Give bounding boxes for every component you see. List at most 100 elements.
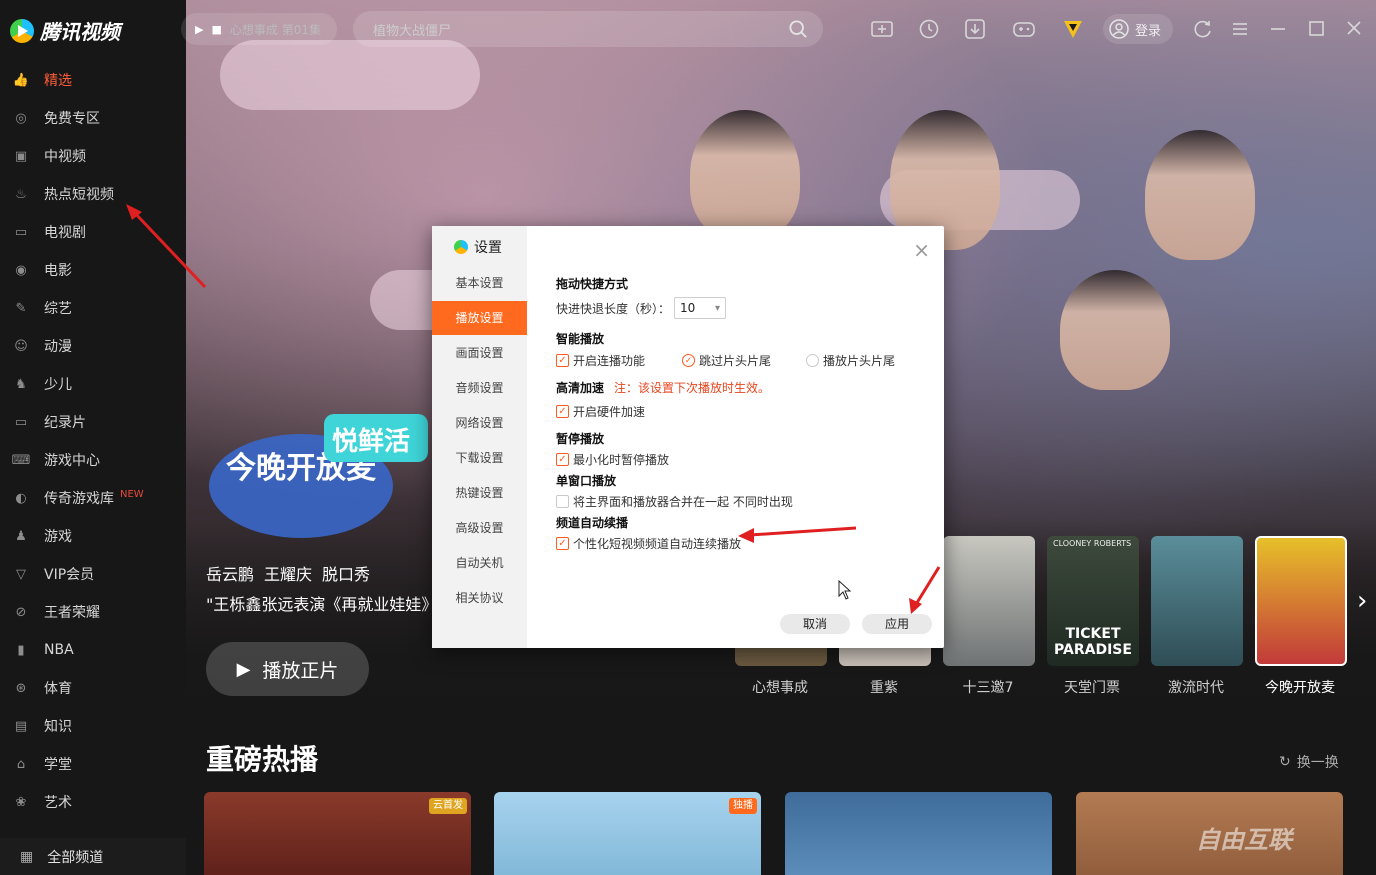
seek-length-select[interactable]: 10 ▾ [674, 297, 727, 319]
sidebar-item-game-center[interactable]: ⌨ 游戏中心 [0, 445, 186, 475]
now-playing[interactable]: ▶ ■ 心想事成 第01集 [181, 13, 337, 45]
sidebar-item-label: 动漫 [44, 339, 72, 355]
thumbnail-3[interactable] [943, 536, 1035, 666]
login-button[interactable]: 登录 [1103, 14, 1174, 44]
play-intro-option[interactable]: 播放片头片尾 [806, 352, 895, 369]
hero-tag[interactable]: 王耀庆 [264, 561, 312, 585]
auto-continue-option[interactable]: ✓ 个性化短视频频道自动连续播放 [556, 535, 741, 552]
sidebar-item-games[interactable]: ♟ 游戏 [0, 521, 186, 551]
nav-picture[interactable]: 画面设置 [432, 336, 527, 370]
mic-icon: ✎ [15, 300, 27, 316]
thumbnail-5[interactable] [1151, 536, 1243, 666]
skip-intro-radio[interactable]: ✓ [682, 354, 695, 367]
autoplay-option[interactable]: ✓ 开启连播功能 [556, 352, 645, 369]
gamepad-icon: ⌨ [11, 452, 31, 468]
sidebar-item-vip[interactable]: ▽ VIP会员 [0, 559, 186, 589]
thumbnail-4[interactable]: CLOONEY ROBERTS TICKET PARADISE [1047, 536, 1139, 666]
vip-icon[interactable] [1062, 19, 1084, 39]
hw-accel-checkbox[interactable]: ✓ [556, 405, 569, 418]
sidebar-item-label: 知识 [44, 719, 72, 735]
sidebar-item-featured[interactable]: 👍 精选 [0, 65, 186, 95]
sidebar-item-label: 游戏中心 [44, 453, 100, 469]
nav-audio[interactable]: 音频设置 [432, 371, 527, 405]
history-icon[interactable] [918, 19, 940, 39]
nav-agreements[interactable]: 相关协议 [432, 581, 527, 615]
nav-playback[interactable]: 播放设置 [432, 301, 527, 335]
thumbnail-6[interactable] [1255, 536, 1347, 666]
content-card[interactable]: 云首发 [204, 792, 471, 875]
app-logo[interactable]: 腾讯视频 [10, 16, 120, 45]
auto-continue-checkbox[interactable]: ✓ [556, 537, 569, 550]
game-icon[interactable] [1013, 19, 1035, 39]
sidebar-item-anime[interactable]: ☺ 动漫 [0, 331, 186, 361]
close-icon[interactable] [1343, 19, 1365, 39]
add-screen-icon[interactable] [871, 19, 893, 39]
play-feature-button[interactable]: ▶ 播放正片 [206, 642, 369, 696]
maximize-icon[interactable] [1305, 19, 1327, 39]
sidebar-item-school[interactable]: ⌂ 学堂 [0, 749, 186, 779]
download-icon[interactable] [964, 19, 986, 39]
refresh-icon: ↻ [1279, 754, 1291, 770]
sidebar-item-midvideo[interactable]: ▣ 中视频 [0, 141, 186, 171]
refresh-button[interactable]: ↻ 换一换 [1279, 752, 1339, 772]
dialog-title-text: 设置 [474, 240, 502, 256]
cancel-button[interactable]: 取消 [780, 614, 850, 634]
pause-minimize-option[interactable]: ✓ 最小化时暂停播放 [556, 451, 669, 468]
search-icon[interactable] [789, 20, 807, 38]
sidebar-item-kids[interactable]: ♞ 少儿 [0, 369, 186, 399]
autoplay-checkbox[interactable]: ✓ [556, 354, 569, 367]
hero-tag[interactable]: 岳云鹏 [206, 561, 254, 585]
annotation-arrow-icon [738, 526, 857, 543]
sidebar-item-sports[interactable]: ⊛ 体育 [0, 673, 186, 703]
all-channels-button[interactable]: ▦ 全部频道 [0, 838, 186, 875]
autoplay-label: 开启连播功能 [573, 354, 646, 368]
nav-auto-shutdown[interactable]: 自动关机 [432, 546, 527, 580]
nav-basic[interactable]: 基本设置 [432, 266, 527, 300]
nav-advanced[interactable]: 高级设置 [432, 511, 527, 545]
logo-icon [10, 18, 34, 43]
palette-icon: ❀ [15, 794, 27, 810]
apply-button[interactable]: 应用 [862, 614, 932, 634]
nav-network[interactable]: 网络设置 [432, 406, 527, 440]
nav-download[interactable]: 下载设置 [432, 441, 527, 475]
hd-note: 注：该设置下次播放时生效。 [614, 381, 771, 395]
single-window-option[interactable]: 将主界面和播放器合并在一起 不同时出现 [556, 493, 793, 510]
content-card[interactable] [785, 792, 1052, 875]
sidebar-item-art[interactable]: ❀ 艺术 [0, 787, 186, 817]
show-logo[interactable]: 今晚开放麦 悦鲜活 [206, 408, 432, 544]
sidebar-item-nba[interactable]: ▮ NBA [0, 635, 186, 665]
sidebar-item-knowledge[interactable]: ▤ 知识 [0, 711, 186, 741]
skip-intro-label: 跳过片头片尾 [699, 354, 772, 368]
refresh-icon[interactable] [1192, 19, 1214, 39]
pause-minimize-checkbox[interactable]: ✓ [556, 453, 569, 466]
sidebar-item-label: VIP会员 [44, 567, 95, 583]
play-icon[interactable]: ▶ [195, 23, 203, 36]
search-input[interactable]: 植物大战僵尸 [353, 11, 823, 47]
sidebar-item-legend-games[interactable]: ◐ 传奇游戏库 NEW [0, 483, 186, 513]
sidebar-item-documentary[interactable]: ▭ 纪录片 [0, 407, 186, 437]
login-label: 登录 [1135, 23, 1162, 39]
stop-icon[interactable]: ■ [211, 23, 221, 36]
minimize-icon[interactable] [1267, 19, 1289, 39]
thumbs-up-icon: 👍 [12, 72, 30, 88]
next-arrow-icon[interactable]: › [1357, 586, 1367, 616]
sidebar-item-free[interactable]: ◎ 免费专区 [0, 103, 186, 133]
sidebar-item-label: 艺术 [44, 795, 72, 811]
hero-tag[interactable]: 脱口秀 [322, 561, 370, 585]
nav-hotkeys[interactable]: 热键设置 [432, 476, 527, 510]
seek-length-row: 快进快退长度（秒）： 10 ▾ [556, 297, 727, 319]
ball-icon: ⊛ [15, 680, 27, 696]
single-window-checkbox[interactable] [556, 495, 569, 508]
camera-icon: ▭ [14, 414, 28, 430]
sidebar-item-label: 传奇游戏库 [44, 491, 114, 507]
chevron-down-icon: ▾ [714, 302, 721, 314]
hw-accel-option[interactable]: ✓ 开启硬件加速 [556, 403, 645, 420]
sidebar-item-honor-of-kings[interactable]: ⊘ 王者荣耀 [0, 597, 186, 627]
refresh-label: 换一换 [1296, 755, 1339, 771]
content-card[interactable]: 独播 [494, 792, 761, 875]
play-intro-radio[interactable] [806, 354, 819, 367]
sidebar-item-variety[interactable]: ✎ 综艺 [0, 293, 186, 323]
menu-icon[interactable] [1229, 19, 1251, 39]
skip-intro-option[interactable]: ✓ 跳过片头片尾 [682, 352, 771, 369]
sidebar-item-label: 游戏 [44, 529, 72, 545]
